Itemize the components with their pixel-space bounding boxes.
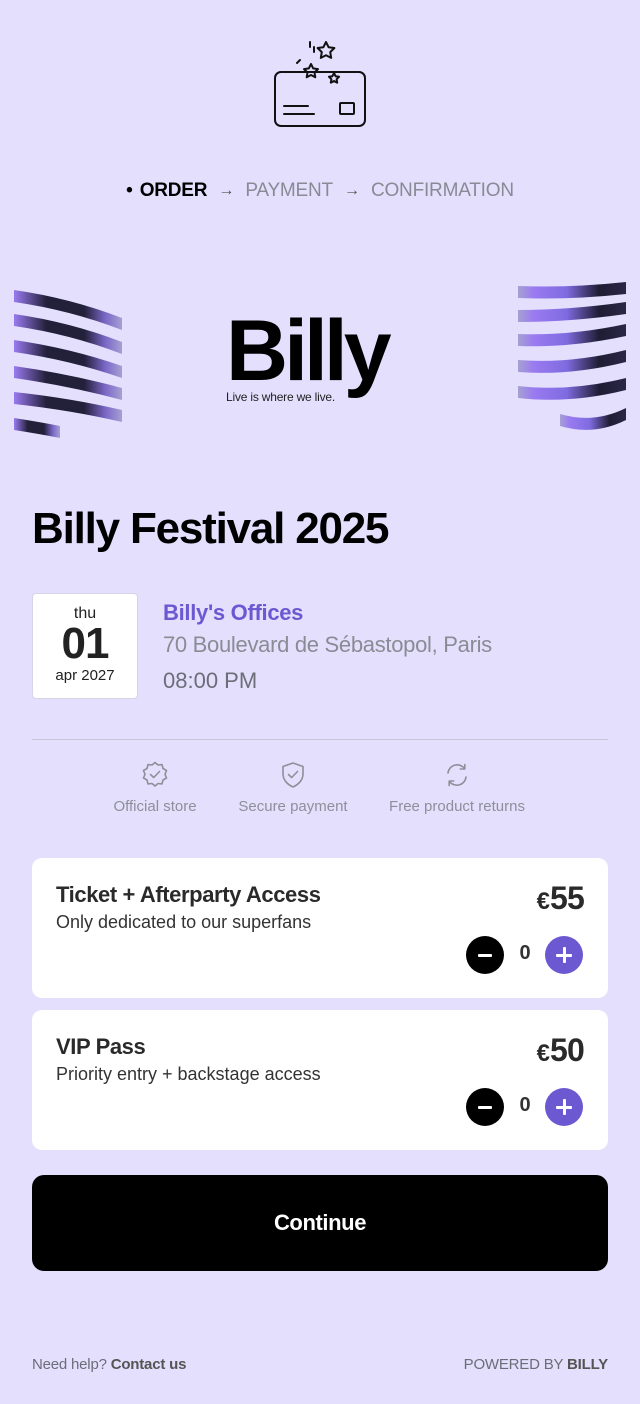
powered-by-text: POWERED BY <box>463 1356 564 1373</box>
shield-check-icon <box>282 762 304 788</box>
currency-symbol: € <box>536 888 550 915</box>
currency-symbol: € <box>536 1040 550 1067</box>
powered-by-brand: BILLY <box>567 1356 608 1373</box>
step-payment: PAYMENT <box>245 180 333 201</box>
brand-logo: Billy <box>226 303 392 399</box>
arrow-right-icon: → <box>344 182 360 199</box>
feature-secure-payment: Secure payment <box>232 760 354 815</box>
date-day: 01 <box>61 619 110 668</box>
venue-address: 70 Boulevard de Sébastopol, Paris <box>163 632 492 657</box>
step-order: ORDER <box>139 180 208 201</box>
event-title: Billy Festival 2025 <box>32 504 390 553</box>
feature-free-returns: Free product returns <box>382 760 532 815</box>
ticket-price: €55 <box>536 880 585 917</box>
event-time: 08:00 PM <box>163 668 258 693</box>
left-stripes-graphic <box>14 290 122 438</box>
ticket-stars-icon <box>274 41 366 127</box>
quantity-value: 0 <box>519 942 531 964</box>
ticket-name: VIP Pass <box>56 1034 146 1059</box>
ticket-card: Ticket + Afterparty Access Only dedicate… <box>32 858 608 998</box>
continue-button[interactable]: Continue <box>32 1175 608 1271</box>
verified-badge-icon <box>142 761 168 787</box>
increase-quantity-button[interactable] <box>545 936 583 974</box>
ticket-description: Only dedicated to our superfans <box>56 912 312 932</box>
ticket-name: Ticket + Afterparty Access <box>56 882 321 907</box>
increase-quantity-button[interactable] <box>545 1088 583 1126</box>
decrease-quantity-button[interactable] <box>466 1088 504 1126</box>
active-step-dot: • <box>126 180 133 201</box>
arrow-right-icon: → <box>218 182 235 199</box>
quantity-value: 0 <box>519 1094 531 1116</box>
venue-name: Billy's Offices <box>163 600 304 625</box>
ticket-price: €50 <box>536 1032 585 1069</box>
powered-by: POWERED BY BILLY <box>463 1356 609 1373</box>
step-confirmation: CONFIRMATION <box>370 180 514 201</box>
date-month-year: apr 2027 <box>55 667 115 684</box>
decrease-quantity-button[interactable] <box>466 936 504 974</box>
checkout-steps: • ORDER → PAYMENT → CONFIRMATION <box>0 180 640 202</box>
price-amount: 55 <box>550 880 585 916</box>
help-text: Need help? <box>32 1356 107 1373</box>
venue-info: Billy's Offices 70 Boulevard de Sébastop… <box>163 600 492 694</box>
divider <box>32 739 608 740</box>
help-footer: Need help? Contact us <box>32 1356 186 1373</box>
feature-label: Official store <box>113 798 197 815</box>
feature-label: Secure payment <box>238 798 348 815</box>
ticket-description: Priority entry + backstage access <box>56 1064 321 1084</box>
checkout-page: • ORDER → PAYMENT → CONFIRMATION Billy L… <box>0 0 640 1404</box>
feature-official-store: Official store <box>104 760 206 815</box>
feature-label: Free product returns <box>389 798 525 815</box>
contact-us-link[interactable]: Contact us <box>111 1356 187 1373</box>
ticket-card: VIP Pass Priority entry + backstage acce… <box>32 1010 608 1150</box>
date-card: thu 01 apr 2027 <box>32 593 138 699</box>
price-amount: 50 <box>550 1032 585 1068</box>
refresh-icon <box>447 763 467 787</box>
right-stripes-graphic <box>518 282 626 430</box>
brand-tagline: Live is where we live. <box>226 390 335 404</box>
